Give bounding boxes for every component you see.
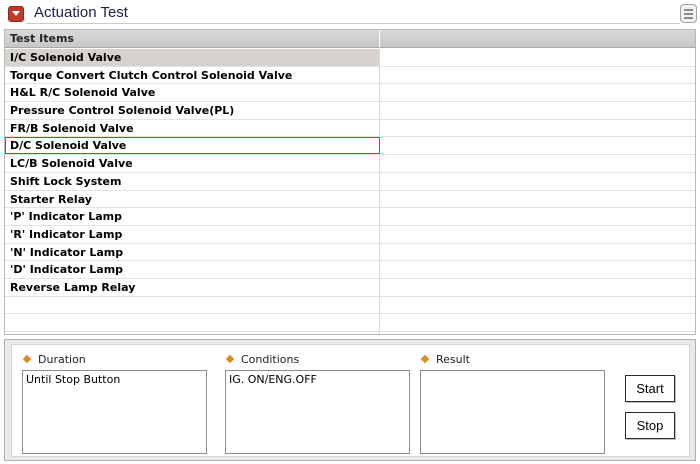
test-item-cell[interactable]: 'D' Indicator Lamp	[5, 261, 380, 278]
test-item-cell[interactable]: I/C Solenoid Valve	[5, 49, 380, 66]
column-header-status[interactable]	[380, 30, 695, 48]
table-row[interactable]: FR/B Solenoid Valve	[5, 119, 695, 138]
status-cell	[380, 67, 695, 84]
test-item-cell[interactable]: 'N' Indicator Lamp	[5, 243, 380, 261]
test-item-cell[interactable]: D/C Solenoid Valve	[5, 137, 380, 155]
column-header-test-items[interactable]: Test Items	[5, 30, 380, 48]
test-control-inner: Duration Until Stop Button Conditions IG…	[11, 344, 690, 457]
status-cell	[380, 49, 695, 66]
table-row[interactable]: D/C Solenoid Valve	[5, 137, 695, 156]
test-item-cell[interactable]: 'R' Indicator Lamp	[5, 225, 380, 243]
test-item-cell[interactable]: FR/B Solenoid Valve	[5, 119, 380, 137]
bullet-icon	[225, 354, 235, 364]
table-row[interactable]: 'R' Indicator Lamp	[5, 225, 695, 244]
status-cell	[380, 279, 695, 296]
status-cell	[380, 137, 695, 154]
table-row[interactable]	[5, 314, 695, 332]
duration-label: Duration	[22, 353, 86, 366]
table-row[interactable]: Reverse Lamp Relay	[5, 278, 695, 297]
status-cell	[380, 208, 695, 225]
status-cell	[380, 314, 695, 331]
table-row[interactable]: Torque Convert Clutch Control Solenoid V…	[5, 66, 695, 85]
collapse-icon[interactable]	[8, 6, 24, 22]
status-cell	[380, 332, 695, 334]
test-item-cell[interactable]: Reverse Lamp Relay	[5, 278, 380, 296]
status-cell	[380, 155, 695, 172]
status-cell	[380, 244, 695, 261]
status-cell	[380, 120, 695, 137]
status-cell	[380, 297, 695, 314]
table-row[interactable]: 'P' Indicator Lamp	[5, 208, 695, 226]
test-item-cell[interactable]	[5, 332, 380, 334]
test-items-table: Test Items I/C Solenoid Valve Torque Conv…	[4, 29, 696, 335]
table-row[interactable]: LC/B Solenoid Valve	[5, 155, 695, 173]
header-divider	[26, 23, 680, 24]
page-title: Actuation Test	[34, 4, 128, 21]
table-body: I/C Solenoid Valve Torque Convert Clutch …	[5, 49, 695, 334]
table-row[interactable]: Pressure Control Solenoid Valve(PL)	[5, 102, 695, 120]
status-cell	[380, 261, 695, 278]
status-cell	[380, 173, 695, 190]
table-row[interactable]: Starter Relay	[5, 190, 695, 209]
test-item-cell[interactable]: Starter Relay	[5, 190, 380, 208]
table-row[interactable]: I/C Solenoid Valve	[5, 49, 695, 67]
duration-value: Until Stop Button	[22, 370, 207, 454]
test-item-cell[interactable]: Torque Convert Clutch Control Solenoid V…	[5, 66, 380, 84]
result-label: Result	[420, 353, 470, 366]
panel-header: Actuation Test	[4, 3, 697, 25]
status-cell	[380, 226, 695, 243]
result-value	[420, 370, 605, 454]
bullet-icon	[420, 354, 430, 364]
table-row[interactable]	[5, 332, 695, 334]
status-cell	[380, 84, 695, 101]
table-row[interactable]: 'N' Indicator Lamp	[5, 243, 695, 262]
test-item-cell[interactable]: 'P' Indicator Lamp	[5, 208, 380, 225]
status-cell	[380, 102, 695, 119]
test-item-cell[interactable]	[5, 314, 380, 331]
test-item-cell[interactable]: H&L R/C Solenoid Valve	[5, 84, 380, 102]
conditions-label: Conditions	[225, 353, 299, 366]
start-button[interactable]: Start	[625, 375, 675, 402]
status-cell	[380, 191, 695, 208]
test-item-cell[interactable]	[5, 296, 380, 314]
test-item-cell[interactable]: Pressure Control Solenoid Valve(PL)	[5, 102, 380, 119]
test-item-cell[interactable]: Shift Lock System	[5, 172, 380, 190]
menu-icon[interactable]	[680, 4, 697, 23]
table-row[interactable]: H&L R/C Solenoid Valve	[5, 84, 695, 103]
stop-button[interactable]: Stop	[625, 412, 675, 439]
table-row[interactable]: 'D' Indicator Lamp	[5, 261, 695, 279]
table-row[interactable]	[5, 296, 695, 315]
test-control-panel: Duration Until Stop Button Conditions IG…	[4, 339, 696, 461]
test-item-cell[interactable]: LC/B Solenoid Valve	[5, 155, 380, 172]
conditions-value: IG. ON/ENG.OFF	[225, 370, 410, 454]
table-row[interactable]: Shift Lock System	[5, 172, 695, 191]
bullet-icon	[22, 354, 32, 364]
